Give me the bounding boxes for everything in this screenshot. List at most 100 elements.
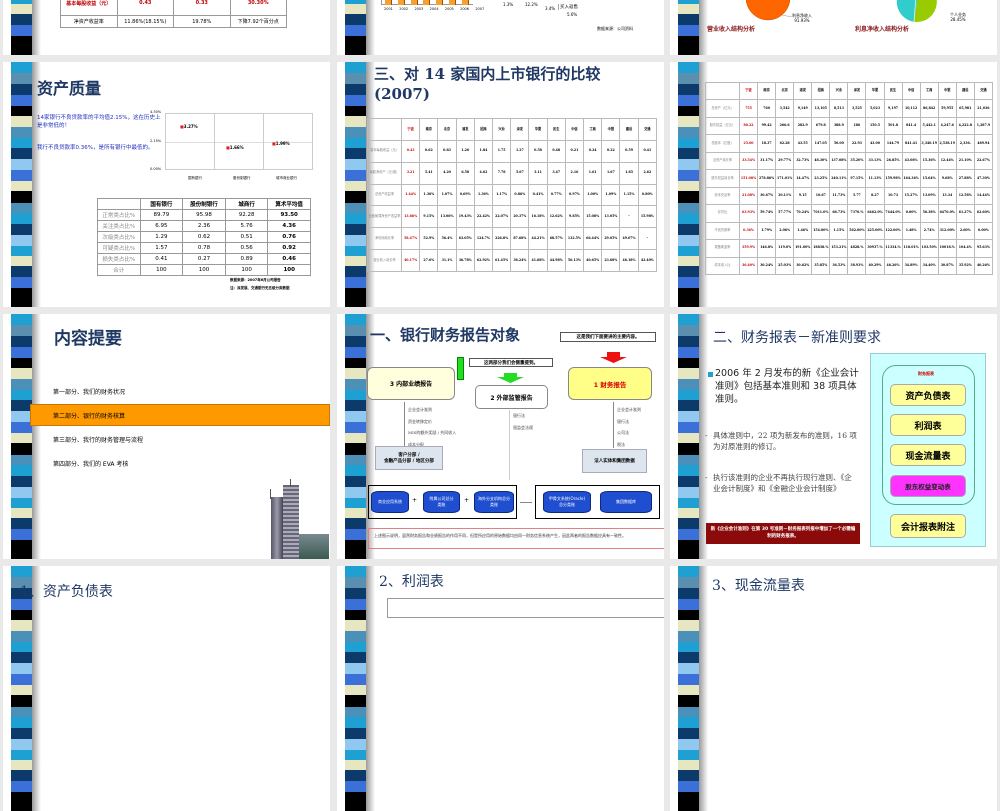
database-cylinder: 甲骨文系统(Oracle)总分类账	[543, 491, 591, 513]
agenda-item-1[interactable]: 第一部分、我们的财务状况	[53, 387, 125, 396]
table-cell: 深发	[510, 118, 530, 141]
table-cell: 44.98%	[546, 249, 566, 272]
slide-thumbnail-5[interactable]: 三、对 14 家国内上市银行的比较 (2007) 宁波 南京 北京 浦发 招商 兴业 深发 华夏…	[337, 62, 664, 307]
agenda-item-3[interactable]: 第三部分、我行的财务管理与流程	[53, 435, 143, 444]
table-cell: 2.62	[637, 161, 658, 185]
table-cell: 次级类占比%	[97, 231, 141, 243]
table-cell: 89.79	[139, 209, 184, 221]
table-cell: 4.62	[473, 161, 494, 185]
table-cell: 191.00%	[793, 239, 813, 258]
table-cell: 基本每股收益（元）	[367, 139, 402, 163]
income-table-top	[387, 598, 664, 618]
scatter-point: ■3.27%	[180, 124, 198, 130]
agenda-item-4[interactable]: 第四部分、我们的 EVA 考核	[53, 459, 128, 468]
slide-thumbnail-9[interactable]: 二、财务报表－新准则要求 2006 年 2 月发布的新《企业会计准则》包括基本准…	[670, 314, 997, 559]
table-cell: 35.20%	[847, 151, 867, 171]
table-cell: 30.67%	[757, 186, 777, 206]
table-cell: 240.11%	[829, 169, 849, 188]
list-item: 企业会计准则	[408, 407, 432, 412]
slide-thumbnail-6[interactable]: 宁波 南京 北京 浦发 招商 兴业 深发 华夏 民生 中信 工商 中银 建设 交通 总资产（亿元） 755 76…	[670, 62, 997, 307]
table-cell: 0.78	[182, 242, 226, 254]
table-cell: 3,542	[775, 99, 795, 118]
table-cell: 15.98%	[637, 205, 658, 229]
table-row: 拨备覆盖率 359.9% 146.8% 119.0% 191.00% 18838.% 153…	[705, 239, 994, 258]
table-cell: 宁波	[738, 81, 759, 101]
pie1-label: 利息净收入 91.93%	[792, 13, 812, 23]
table-cell: 1.07%	[437, 183, 457, 207]
slide-thumbnail-12[interactable]: 3、现金流量表	[670, 566, 997, 811]
table-cell: 9.15	[793, 186, 813, 206]
slide-stripe-decoration	[345, 0, 366, 55]
list-item: 银行法	[617, 418, 629, 424]
slide-stripe-decoration	[11, 62, 32, 307]
slide-stripe-decoration	[678, 566, 699, 811]
table-cell: 0.51	[224, 231, 269, 243]
table-cell: 总股本（亿股）	[705, 134, 740, 153]
slide-thumbnail-3[interactable]: 利息净收入 91.93% 个人业务 28.45% 营业收入结构分析 利息净收入结构分…	[670, 0, 997, 55]
eps-roe-table: 基本每股收益（元） 0.43 0.33 30.30% 净资产收益率 11.86%(18.1…	[60, 0, 287, 28]
table-cell: 52.9%	[419, 227, 439, 251]
table-cell: 34.40%	[919, 256, 939, 276]
loan-classification-table: 国有银行 股份制银行 城商行 算术平均值 正常类占比% 89.79 95.98 92.28 93…	[97, 198, 311, 276]
table-cell	[367, 118, 402, 141]
table-cell: 43.00	[865, 134, 885, 153]
table-cell: 30.62%	[793, 256, 813, 276]
table-cell: 29.77%	[775, 151, 795, 171]
table-cell: 282.9	[793, 116, 813, 136]
cash-flow-box: 现金流量表	[890, 444, 966, 466]
pie2-title: 利息净收入结构分析	[855, 26, 910, 33]
table-cell: 27.6%	[419, 249, 439, 272]
slide-thumbnail-1[interactable]: 基本每股收益（元） 0.43 0.33 30.30% 净资产收益率 11.86%(18.1…	[3, 0, 330, 55]
agenda-item-2[interactable]: 第二部分、银行的财务核算	[53, 411, 125, 420]
table-cell: 1.67	[601, 161, 621, 185]
table-cell: 0.89	[224, 253, 269, 265]
slide-thumbnail-11[interactable]: 2、利润表	[337, 566, 664, 811]
slide-thumbnail-10[interactable]: 1、资产负债表	[3, 566, 330, 811]
table-cell: 61.45%	[492, 249, 512, 272]
table-cell: 25.03%	[775, 256, 795, 276]
table-cell: 95.98	[182, 209, 226, 221]
table-cell: 1.84	[473, 139, 494, 163]
table-cell: 46.26%	[883, 256, 903, 276]
table-row: 全面摊薄净资产收益率 13.86% 9.15% 13.06% 19.43% 22.42% 2…	[367, 205, 658, 229]
income-statement-box: 利润表	[890, 414, 966, 436]
table-cell: 正常类占比%	[97, 209, 141, 221]
pie-label: 12.2%	[525, 2, 538, 7]
table-cell: 1.48%	[901, 221, 921, 241]
table-cell: 华夏	[865, 81, 885, 101]
table-cell: 57.77%	[775, 204, 795, 223]
table-cell: 124.7%	[473, 227, 494, 251]
table-cell: 0.83	[437, 139, 457, 163]
table-cell: 13.05%	[601, 205, 621, 229]
table-cell: 137.08%	[829, 151, 849, 171]
pie-label: 1.3%	[503, 2, 514, 7]
slide-thumbnail-8[interactable]: 一、银行财务报告对象 这是我们下面要讲的主要内容。 这两部分我们会侧重提到。 3…	[337, 314, 664, 559]
table-cell: 104.4%	[955, 239, 975, 258]
table-cell: 民生	[883, 81, 903, 101]
table-cell: 122.00%	[883, 221, 903, 241]
table-cell: 可疑类占比%	[97, 242, 141, 254]
statements-label: 财务报表	[918, 371, 934, 376]
table-row: 基本每股收益（元） 0.43 0.62 0.83 1.26 1.84 1.75 1.27 0.5…	[367, 139, 658, 163]
segment-line-2: 金融产品分部 / 地区分部	[384, 459, 434, 464]
table-cell: 92.28	[224, 209, 269, 221]
internal-report-basis-list: 企业会计准则 资金转移定价 MIS的额外奖励 / 共同收入 成本分配	[408, 404, 456, 451]
bar	[449, 0, 456, 5]
table-cell: 0.27	[182, 253, 226, 265]
table-cell: 12.58%	[955, 186, 975, 206]
slide-thumbnail-4[interactable]: 资产质量 14家银行不良贷款率的平均值2.15%，这在历史上是非常低的！ 我行不…	[3, 62, 330, 307]
slide-thumbnail-7[interactable]: 内容提要 第一部分、我们的财务状况 第二部分、银行的财务核算 第三部分、我行的财…	[3, 314, 330, 559]
y-tick: 2.15%	[150, 139, 162, 143]
table-cell: 0.00%	[973, 221, 994, 241]
table-cell: 兴业	[829, 81, 849, 101]
bar	[436, 0, 444, 5]
table-cell: 中信	[901, 81, 921, 101]
table-cell: 11334.%	[883, 239, 903, 258]
plus-sign: +	[412, 497, 418, 504]
table-cell: 36.53%	[829, 256, 849, 276]
table-cell: 46.18%	[619, 249, 639, 272]
table-cell: 中信	[564, 118, 585, 141]
table-cell: 87.68%	[510, 227, 530, 251]
slide-thumbnail-2[interactable]: 2001 2002 2003 2004 2005 2006 2007 1.3% 12.2% …	[337, 0, 664, 55]
table-cell: 18.37	[757, 134, 777, 153]
